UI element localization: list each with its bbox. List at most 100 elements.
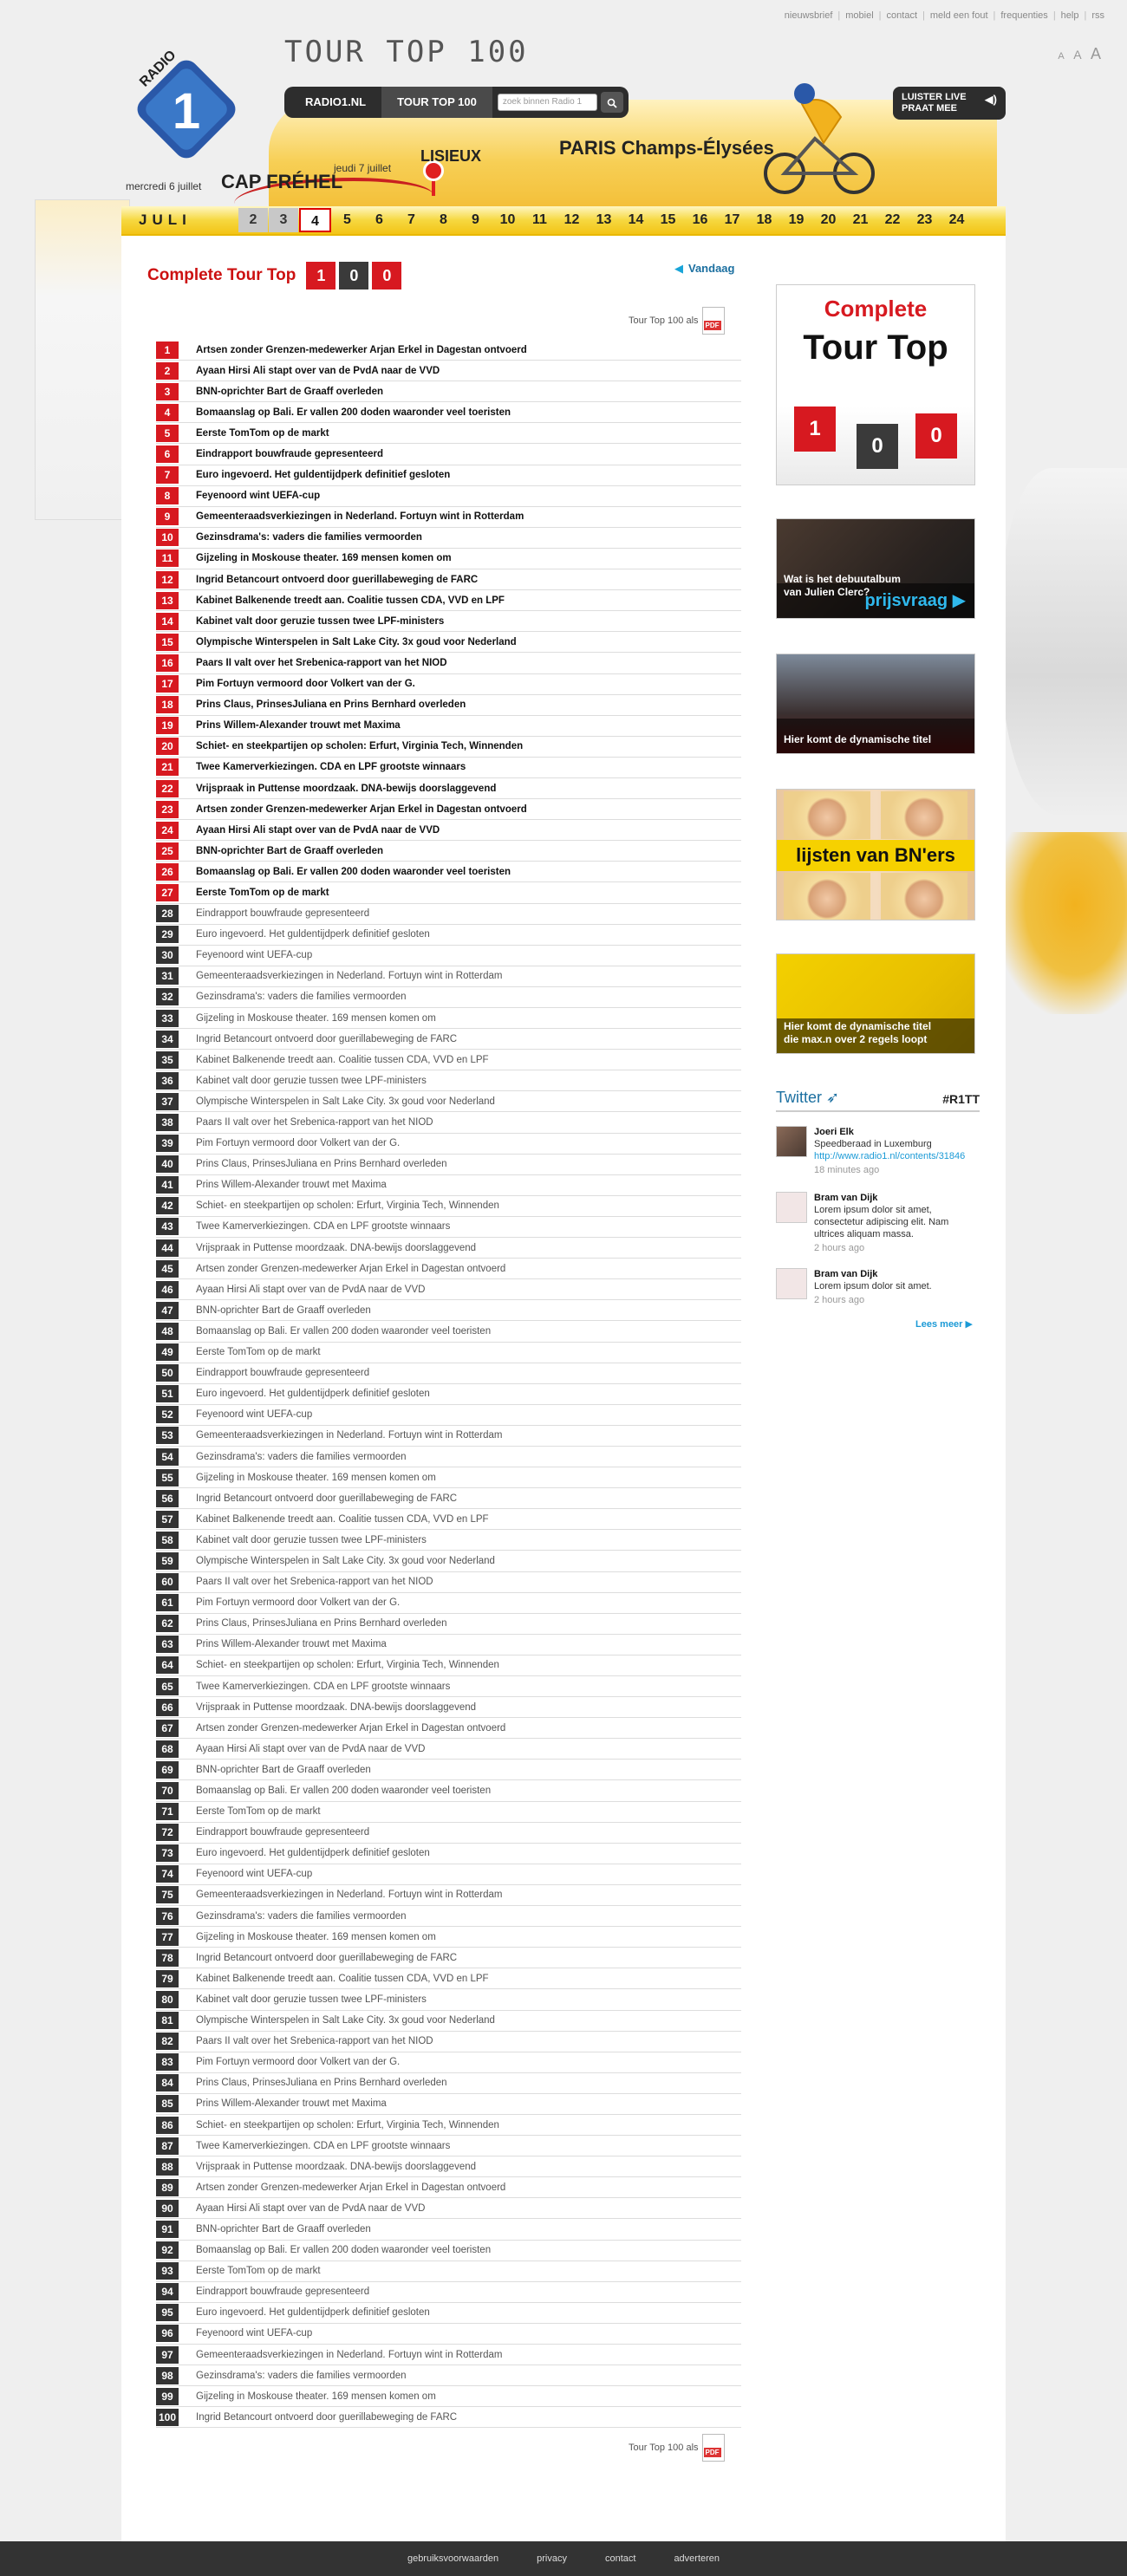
list-item[interactable]: 98 Gezinsdrama's: vaders die families ver…: [156, 2365, 741, 2387]
promo-dynamic-title[interactable]: Hier komt de dynamische titel: [776, 654, 975, 754]
promo-complete-tour-top[interactable]: Complete Tour Top 1 0 0: [776, 284, 975, 485]
search-input[interactable]: zoek binnen Radio 1: [497, 94, 597, 111]
list-item[interactable]: 56 Ingrid Betancourt ontvoerd door gueril…: [156, 1488, 741, 1510]
list-item[interactable]: 21 Twee Kamerverkiezingen. CDA en LPF gro…: [156, 758, 741, 778]
tweet-user[interactable]: Bram van Dijk: [814, 1192, 980, 1204]
date-day-21[interactable]: 21: [844, 208, 876, 232]
radio1-logo[interactable]: 1 RADIO: [121, 42, 251, 163]
date-day-8[interactable]: 8: [427, 208, 459, 232]
list-item[interactable]: 27 Eerste TomTom op de markt: [156, 882, 741, 904]
list-item[interactable]: 19 Prins Willem-Alexander trouwt met Maxi…: [156, 716, 741, 737]
tweet-link[interactable]: http://www.radio1.nl/contents/31846: [814, 1150, 980, 1162]
date-day-23[interactable]: 23: [909, 208, 941, 232]
list-item[interactable]: 74 Feyenoord wint UEFA-cup: [156, 1864, 741, 1885]
list-item[interactable]: 99 Gijzeling in Moskouse theater. 169 men…: [156, 2386, 741, 2408]
list-item[interactable]: 92 Bomaanslag op Bali. Er vallen 200 dode…: [156, 2241, 741, 2261]
tweet-user[interactable]: Joeri Elk: [814, 1126, 980, 1138]
list-item[interactable]: 4 Bomaanslag op Bali. Er vallen 200 doden…: [156, 402, 741, 424]
font-size-small[interactable]: A: [1058, 51, 1064, 62]
list-item[interactable]: 35 Kabinet Balkenende treedt aan. Coaliti…: [156, 1050, 741, 1071]
listen-live-button[interactable]: LUISTER LIVE PRAAT MEE ◀): [893, 87, 1006, 120]
footer-link-gebruiksvoorwaarden[interactable]: gebruiksvoorwaarden: [407, 2553, 498, 2564]
list-item[interactable]: 79 Kabinet Balkenende treedt aan. Coaliti…: [156, 1968, 741, 1990]
list-item[interactable]: 84 Prins Claus, PrinsesJuliana en Prins B…: [156, 2073, 741, 2094]
list-item[interactable]: 85 Prins Willem-Alexander trouwt met Maxi…: [156, 2094, 741, 2115]
list-item[interactable]: 6 Eindrapport bouwfraude gepresenteerd: [156, 444, 741, 465]
list-item[interactable]: 96 Feyenoord wint UEFA-cup: [156, 2324, 741, 2345]
list-item[interactable]: 36 Kabinet valt door geruzie tussen twee …: [156, 1070, 741, 1092]
list-item[interactable]: 75 Gemeenteraadsverkiezingen in Nederland…: [156, 1885, 741, 1907]
promo-dynamic-title-2[interactable]: Hier komt de dynamische titel die max.n …: [776, 953, 975, 1054]
date-day-7[interactable]: 7: [395, 208, 427, 232]
list-item[interactable]: 15 Olympische Winterspelen in Salt Lake C…: [156, 632, 741, 654]
list-item[interactable]: 77 Gijzeling in Moskouse theater. 169 men…: [156, 1927, 741, 1948]
list-item[interactable]: 86 Schiet- en steekpartijen op scholen: E…: [156, 2115, 741, 2137]
list-item[interactable]: 100 Ingrid Betancourt ontvoerd door gueri…: [156, 2407, 741, 2429]
list-item[interactable]: 42 Schiet- en steekpartijen op scholen: E…: [156, 1196, 741, 1217]
date-day-6[interactable]: 6: [363, 208, 395, 232]
list-item[interactable]: 24 Ayaan Hirsi Ali stapt over van de PvdA…: [156, 820, 741, 842]
list-item[interactable]: 82 Paars II valt over het Srebenica-rappo…: [156, 2032, 741, 2052]
date-day-10[interactable]: 10: [492, 208, 524, 232]
list-item[interactable]: 89 Artsen zonder Grenzen-medewerker Arjan…: [156, 2177, 741, 2199]
list-item[interactable]: 61 Pim Fortuyn vermoord door Volkert van …: [156, 1593, 741, 1614]
list-item[interactable]: 13 Kabinet Balkenende treedt aan. Coaliti…: [156, 590, 741, 612]
date-day-22[interactable]: 22: [876, 208, 909, 232]
list-item[interactable]: 83 Pim Fortuyn vermoord door Volkert van …: [156, 2052, 741, 2073]
footer-link-privacy[interactable]: privacy: [537, 2553, 567, 2564]
top-link-mobiel[interactable]: mobiel: [845, 10, 873, 21]
list-item[interactable]: 14 Kabinet valt door geruzie tussen twee …: [156, 611, 741, 633]
date-day-15[interactable]: 15: [652, 208, 684, 232]
list-item[interactable]: 22 Vrijspraak in Puttense moordzaak. DNA-…: [156, 778, 741, 800]
date-day-2[interactable]: 2: [238, 208, 268, 232]
list-item[interactable]: 9 Gemeenteraadsverkiezingen in Nederland.…: [156, 507, 741, 528]
top-link-nieuwsbrief[interactable]: nieuwsbrief: [785, 10, 833, 21]
list-item[interactable]: 72 Eindrapport bouwfraude gepresenteerd: [156, 1823, 741, 1844]
date-day-13[interactable]: 13: [588, 208, 620, 232]
date-day-18[interactable]: 18: [748, 208, 780, 232]
list-item[interactable]: 90 Ayaan Hirsi Ali stapt over van de PvdA…: [156, 2198, 741, 2220]
list-item[interactable]: 70 Bomaanslag op Bali. Er vallen 200 dode…: [156, 1780, 741, 1802]
list-item[interactable]: 65 Twee Kamerverkiezingen. CDA en LPF gro…: [156, 1676, 741, 1698]
avatar[interactable]: [776, 1268, 807, 1299]
list-item[interactable]: 68 Ayaan Hirsi Ali stapt over van de PvdA…: [156, 1739, 741, 1760]
date-day-24[interactable]: 24: [941, 208, 973, 232]
top-link-meld-een-fout[interactable]: meld een fout: [930, 10, 988, 21]
date-day-14[interactable]: 14: [620, 208, 652, 232]
list-item[interactable]: 87 Twee Kamerverkiezingen. CDA en LPF gro…: [156, 2136, 741, 2157]
font-size-large[interactable]: A: [1091, 45, 1101, 62]
list-item[interactable]: 47 BNN-oprichter Bart de Graaff overleden: [156, 1300, 741, 1322]
list-item[interactable]: 67 Artsen zonder Grenzen-medewerker Arjan…: [156, 1718, 741, 1740]
date-day-16[interactable]: 16: [684, 208, 716, 232]
footer-link-contact[interactable]: contact: [605, 2553, 635, 2564]
list-item[interactable]: 80 Kabinet valt door geruzie tussen twee …: [156, 1989, 741, 2011]
list-item[interactable]: 97 Gemeenteraadsverkiezingen in Nederland…: [156, 2345, 741, 2366]
list-item[interactable]: 17 Pim Fortuyn vermoord door Volkert van …: [156, 674, 741, 695]
list-item[interactable]: 44 Vrijspraak in Puttense moordzaak. DNA-…: [156, 1238, 741, 1259]
date-day-17[interactable]: 17: [716, 208, 748, 232]
font-size-medium[interactable]: A: [1073, 48, 1081, 62]
list-item[interactable]: 25 BNN-oprichter Bart de Graaff overleden: [156, 841, 741, 862]
avatar[interactable]: [776, 1126, 807, 1157]
list-item[interactable]: 11 Gijzeling in Moskouse theater. 169 men…: [156, 549, 741, 570]
list-item[interactable]: 51 Euro ingevoerd. Het guldentijdperk def…: [156, 1384, 741, 1405]
list-item[interactable]: 28 Eindrapport bouwfraude gepresenteerd: [156, 904, 741, 925]
nav-tour-top-100[interactable]: TOUR TOP 100: [381, 87, 492, 118]
list-item[interactable]: 91 BNN-oprichter Bart de Graaff overleden: [156, 2219, 741, 2241]
promo-prijsvraag[interactable]: Wat is het debuutalbum van Julien Clerc?…: [776, 518, 975, 619]
list-item[interactable]: 58 Kabinet valt door geruzie tussen twee …: [156, 1530, 741, 1551]
top-link-frequenties[interactable]: frequenties: [1000, 10, 1047, 21]
list-item[interactable]: 53 Gemeenteraadsverkiezingen in Nederland…: [156, 1426, 741, 1447]
list-item[interactable]: 41 Prins Willem-Alexander trouwt met Maxi…: [156, 1175, 741, 1196]
list-item[interactable]: 20 Schiet- en steekpartijen op scholen: E…: [156, 737, 741, 758]
list-item[interactable]: 94 Eindrapport bouwfraude gepresenteerd: [156, 2282, 741, 2303]
date-day-20[interactable]: 20: [812, 208, 844, 232]
top-link-help[interactable]: help: [1061, 10, 1079, 21]
list-item[interactable]: 1 Artsen zonder Grenzen-medewerker Arjan …: [156, 340, 741, 361]
list-item[interactable]: 43 Twee Kamerverkiezingen. CDA en LPF gro…: [156, 1217, 741, 1239]
list-item[interactable]: 39 Pim Fortuyn vermoord door Volkert van …: [156, 1134, 741, 1155]
date-day-19[interactable]: 19: [780, 208, 812, 232]
tweet-user[interactable]: Bram van Dijk: [814, 1268, 980, 1280]
list-item[interactable]: 52 Feyenoord wint UEFA-cup: [156, 1405, 741, 1426]
list-item[interactable]: 88 Vrijspraak in Puttense moordzaak. DNA-…: [156, 2156, 741, 2178]
